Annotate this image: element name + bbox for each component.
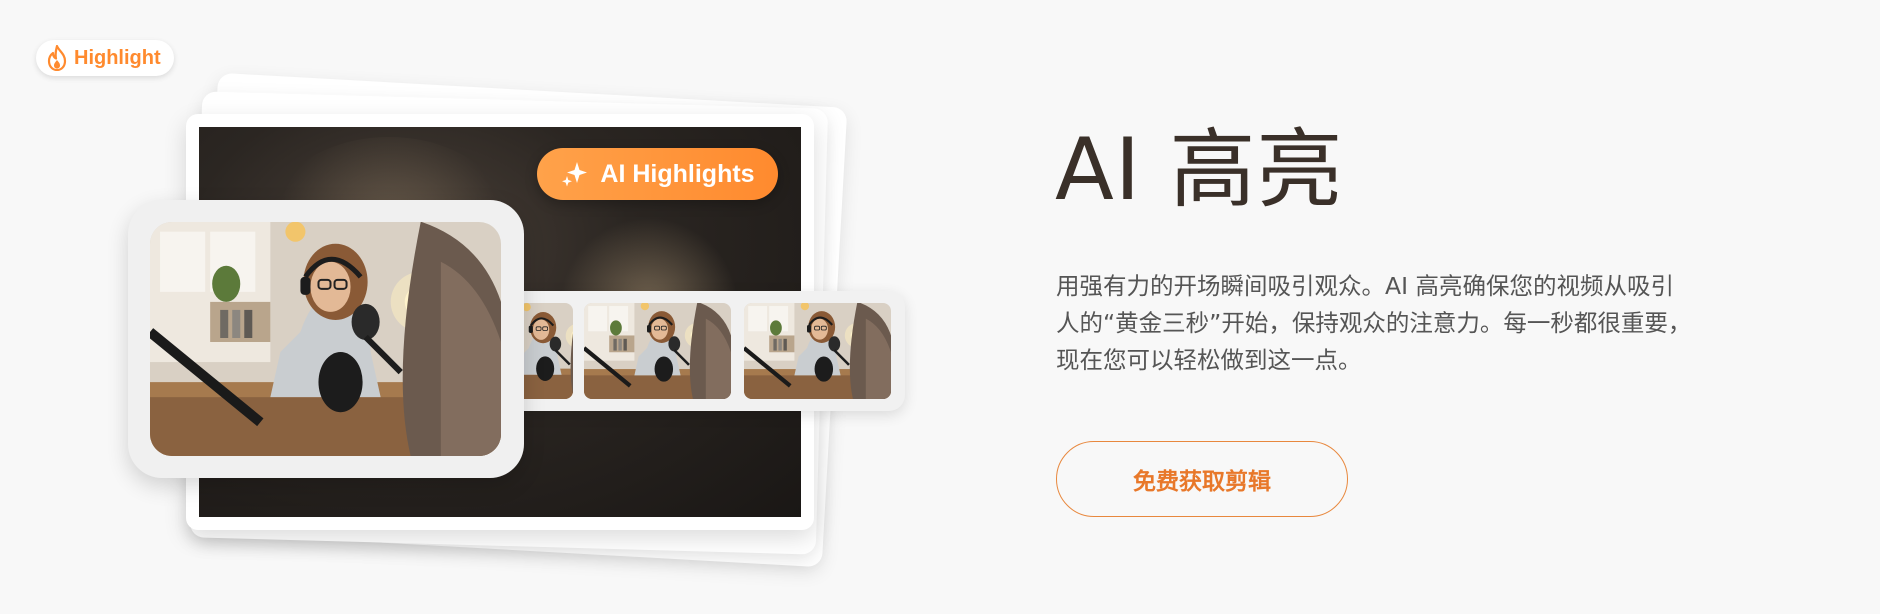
thumbnail-strip — [505, 291, 905, 411]
page-title: AI 高亮 — [1055, 120, 1344, 220]
ai-highlights-label: AI Highlights — [600, 159, 755, 188]
sparkle-icon — [562, 162, 588, 187]
thumbnail-2 — [584, 303, 731, 399]
thumbnail-3 — [744, 303, 891, 399]
highlight-card — [128, 200, 524, 478]
hero-section: AI Highlights Highlight AI 高亮 用强有力的开场瞬间吸… — [0, 0, 1880, 614]
ai-highlights-badge: AI Highlights — [537, 148, 778, 200]
highlight-photo — [150, 222, 501, 456]
hero-description: 用强有力的开场瞬间吸引观众。AI 高亮确保您的视频从吸引人的“黄金三秒”开始，保… — [1056, 272, 1692, 374]
highlight-badge: Highlight — [36, 40, 174, 76]
get-clips-free-button[interactable]: 免费获取剪辑 — [1056, 441, 1348, 517]
highlight-label: Highlight — [74, 46, 161, 69]
flame-icon — [47, 45, 67, 71]
